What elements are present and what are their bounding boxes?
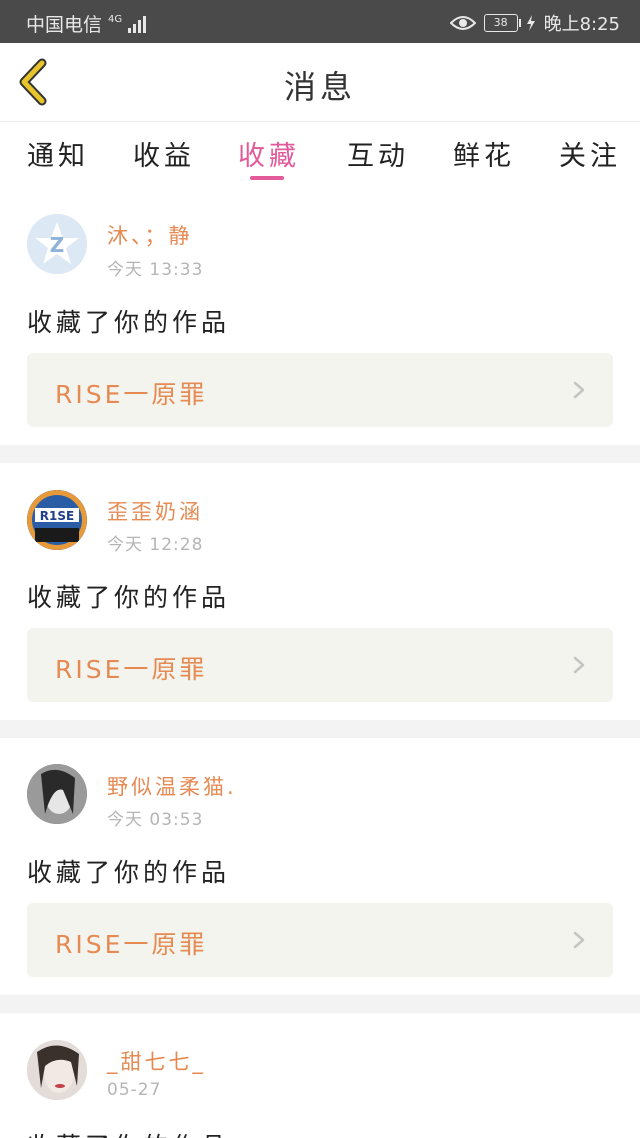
avatar[interactable]: Z xyxy=(27,214,87,274)
action-text: 收藏了你的作品 xyxy=(27,308,231,337)
work-title: RISE一原罪 xyxy=(55,930,208,959)
work-link[interactable]: RISE一原罪 xyxy=(27,903,613,977)
list-item: R1SE 歪歪奶涵 今天 12:28 收藏了你的作品 RISE一原罪 xyxy=(0,463,640,720)
status-left: 中国电信 4G xyxy=(26,10,147,37)
battery-indicator: 38 xyxy=(483,14,521,32)
username[interactable]: _甜七七_ xyxy=(107,1046,206,1076)
chevron-right-icon xyxy=(573,381,585,399)
signal-icon xyxy=(128,15,147,33)
work-link[interactable]: RISE一原罪 xyxy=(27,353,613,427)
active-tab-indicator xyxy=(250,176,284,180)
action-text: 收藏了你的作品 xyxy=(27,1127,230,1138)
timestamp: 今天 12:28 xyxy=(107,535,204,555)
username[interactable]: 野似温柔猫. xyxy=(107,771,237,801)
timestamp: 今天 13:33 xyxy=(107,260,204,280)
avatar-photo-icon xyxy=(27,764,87,824)
network-type: 4G xyxy=(108,13,123,25)
page-title: 消息 xyxy=(283,68,356,106)
avatar[interactable] xyxy=(27,764,87,824)
avatar-photo-icon xyxy=(27,1040,87,1100)
timestamp: 今天 03:53 xyxy=(107,810,204,830)
username[interactable]: 沐、；静 xyxy=(107,220,193,250)
divider xyxy=(0,445,640,463)
action-text: 收藏了你的作品 xyxy=(27,858,231,887)
work-title: RISE一原罪 xyxy=(55,380,208,409)
work-title: RISE一原罪 xyxy=(55,655,208,684)
clock: 晚上8:25 xyxy=(543,14,620,35)
divider xyxy=(0,995,640,1013)
charging-icon xyxy=(526,15,535,31)
tab-bar: 通知 收益 收藏 互动 鲜花 关注 xyxy=(0,122,640,186)
avatar-group-icon: R1SE xyxy=(27,490,87,550)
status-bar: 中国电信 4G 38 晚上8:25 xyxy=(0,0,640,43)
tab-following[interactable]: 关注 xyxy=(559,134,621,173)
status-right: 38 晚上8:25 xyxy=(449,10,620,36)
avatar[interactable]: R1SE xyxy=(27,490,87,550)
timestamp: 05-27 xyxy=(107,1080,162,1100)
svg-text:R1SE: R1SE xyxy=(40,509,74,523)
username[interactable]: 歪歪奶涵 xyxy=(107,496,203,526)
chevron-right-icon xyxy=(573,931,585,949)
action-text: 收藏了你的作品 xyxy=(27,583,231,612)
tab-earnings[interactable]: 收益 xyxy=(133,134,195,173)
header: 消息 xyxy=(0,43,640,122)
tab-interactions[interactable]: 互动 xyxy=(347,134,409,173)
avatar[interactable] xyxy=(27,1040,87,1100)
svg-text:Z: Z xyxy=(50,233,65,257)
tab-favorites[interactable]: 收藏 xyxy=(238,134,300,173)
chevron-right-icon xyxy=(573,656,585,674)
list-item: Z 沐、；静 今天 13:33 收藏了你的作品 RISE一原罪 xyxy=(0,187,640,445)
work-link[interactable]: RISE一原罪 xyxy=(27,628,613,702)
eye-icon xyxy=(449,16,476,30)
tab-notifications[interactable]: 通知 xyxy=(27,134,89,173)
carrier-label: 中国电信 xyxy=(26,14,103,36)
avatar-logo-icon: Z xyxy=(27,214,87,274)
divider xyxy=(0,720,640,738)
list-item: _甜七七_ 05-27 收藏了你的作品 xyxy=(0,1013,640,1138)
list-item: 野似温柔猫. 今天 03:53 收藏了你的作品 RISE一原罪 xyxy=(0,738,640,995)
tab-flowers[interactable]: 鲜花 xyxy=(453,134,515,173)
